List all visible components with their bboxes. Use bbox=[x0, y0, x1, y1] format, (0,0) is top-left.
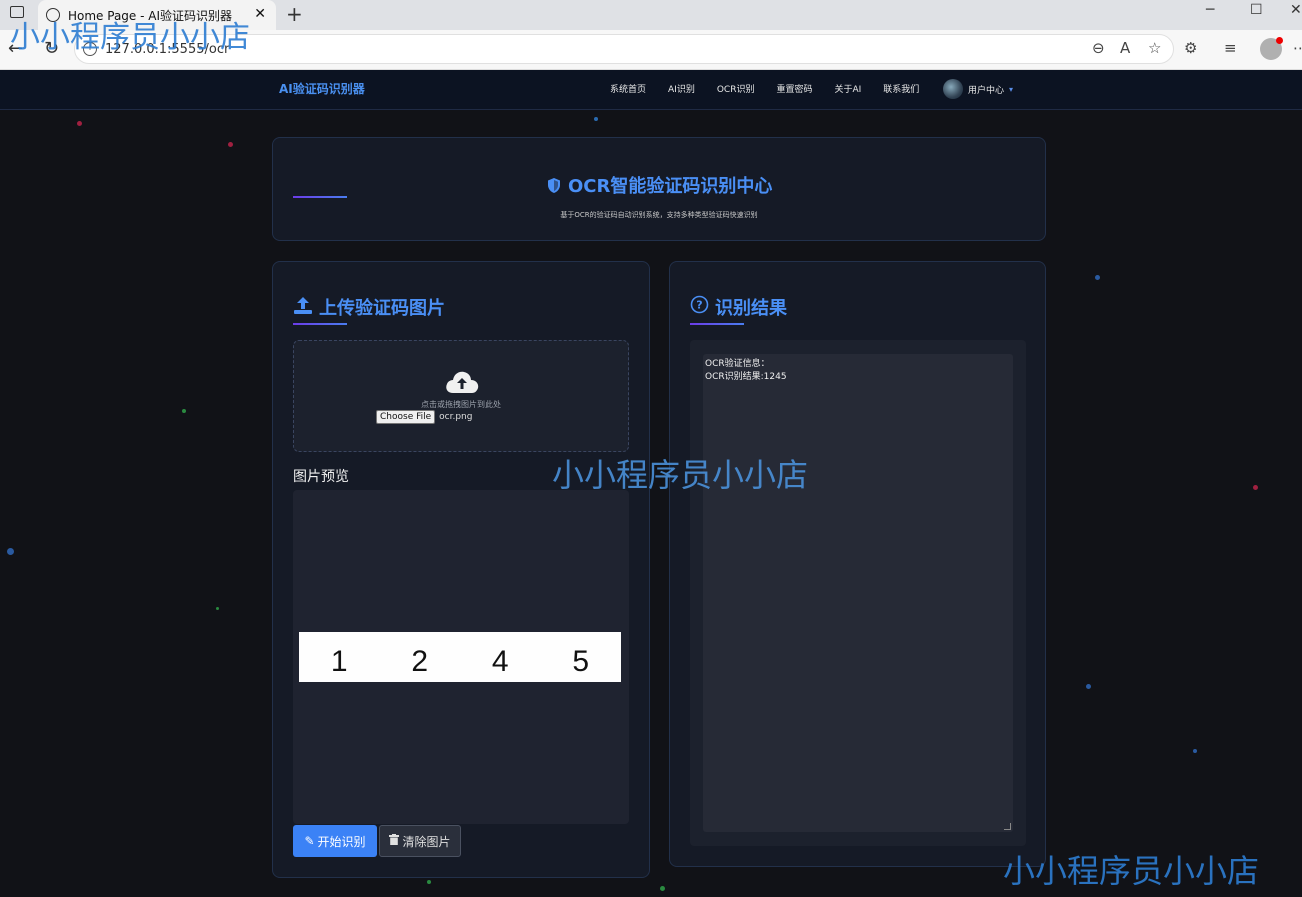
nav-links: 系统首页 AI识别 OCR识别 重置密码 关于AI 联系我们 bbox=[610, 82, 919, 95]
maximize-icon[interactable]: ☐ bbox=[1250, 2, 1263, 18]
globe-icon bbox=[46, 8, 60, 22]
image-dropzone[interactable]: 点击或拖拽图片到此处 Choose File ocr.png bbox=[293, 340, 629, 452]
user-center-label: 用户中心 bbox=[968, 85, 1005, 96]
hero-title: OCR智能验证码识别中心 bbox=[273, 172, 1045, 198]
info-icon[interactable]: i bbox=[83, 42, 97, 56]
nav-link-contact[interactable]: 联系我们 bbox=[883, 82, 919, 95]
captcha-digit: 5 bbox=[572, 645, 590, 678]
profile-avatar[interactable] bbox=[1260, 37, 1283, 60]
nav-link-ai[interactable]: AI识别 bbox=[668, 82, 695, 95]
preview-label: 图片预览 bbox=[293, 469, 349, 485]
pencil-icon: ✎ bbox=[304, 834, 315, 848]
result-textarea[interactable]: OCR验证信息： OCR识别结果:1245 bbox=[703, 354, 1013, 832]
file-input[interactable]: Choose File ocr.png bbox=[376, 410, 472, 424]
bg-dot bbox=[427, 880, 431, 884]
bg-dot bbox=[1193, 749, 1197, 753]
bg-dot bbox=[216, 607, 219, 610]
window-menu-icon[interactable] bbox=[10, 6, 24, 18]
upload-icon bbox=[293, 295, 313, 320]
notification-dot bbox=[1276, 37, 1283, 44]
user-center-menu[interactable]: 用户中心 ▾ bbox=[943, 79, 1013, 99]
top-navbar: AI验证码识别器 系统首页 AI识别 OCR识别 重置密码 关于AI 联系我们 … bbox=[0, 70, 1302, 110]
nav-link-home[interactable]: 系统首页 bbox=[610, 82, 646, 95]
bg-dot bbox=[1253, 485, 1258, 490]
url-text: 127.0.0.1:5555/ocr bbox=[105, 41, 230, 57]
clear-image-button[interactable]: 清除图片 bbox=[379, 825, 461, 857]
browser-tab[interactable]: Home Page - AI验证码识别器 ✕ bbox=[38, 0, 276, 30]
extensions-icon[interactable]: ⚙ bbox=[1184, 39, 1197, 57]
new-tab-icon[interactable]: + bbox=[286, 2, 303, 26]
nav-link-about[interactable]: 关于AI bbox=[834, 82, 861, 95]
back-icon[interactable]: ← bbox=[8, 38, 23, 59]
bg-dot bbox=[660, 886, 665, 891]
result-container: OCR验证信息： OCR识别结果:1245 bbox=[690, 340, 1026, 846]
image-preview: 1 2 4 5 bbox=[293, 490, 629, 824]
bg-dot bbox=[182, 409, 186, 413]
result-title: ? 识别结果 bbox=[690, 294, 787, 320]
result-line: OCR识别结果:1245 bbox=[705, 372, 787, 382]
nav-link-ocr[interactable]: OCR识别 bbox=[717, 82, 755, 95]
shield-icon bbox=[546, 176, 568, 197]
start-recognition-button[interactable]: ✎ 开始识别 bbox=[293, 825, 377, 857]
captcha-digit: 2 bbox=[411, 645, 429, 678]
upload-panel: 上传验证码图片 点击或拖拽图片到此处 Choose File ocr.png 图… bbox=[272, 261, 650, 878]
result-accent-line bbox=[690, 323, 744, 325]
url-field[interactable]: i 127.0.0.1:5555/ocr bbox=[74, 34, 1174, 64]
read-aloud-icon[interactable]: A bbox=[1120, 39, 1130, 57]
bg-dot bbox=[77, 121, 82, 126]
bg-dot bbox=[1086, 684, 1091, 689]
bg-dot bbox=[228, 142, 233, 147]
cloud-upload-icon bbox=[444, 369, 480, 395]
browser-tabbar: Home Page - AI验证码识别器 ✕ + ─ ☐ ✕ bbox=[0, 0, 1302, 30]
captcha-digit: 4 bbox=[491, 645, 509, 678]
choose-file-button[interactable]: Choose File bbox=[376, 410, 436, 424]
bg-dot bbox=[594, 117, 598, 121]
tab-title: Home Page - AI验证码识别器 bbox=[68, 8, 233, 23]
favorites-list-icon[interactable]: ≡ bbox=[1224, 39, 1237, 57]
result-line: OCR验证信息： bbox=[705, 359, 770, 369]
captcha-digit: 1 bbox=[330, 645, 348, 678]
minimize-icon[interactable]: ─ bbox=[1206, 2, 1214, 18]
app-page: AI验证码识别器 系统首页 AI识别 OCR识别 重置密码 关于AI 联系我们 … bbox=[0, 70, 1302, 897]
favorite-icon[interactable]: ☆ bbox=[1148, 39, 1161, 57]
user-avatar bbox=[943, 79, 963, 99]
close-tab-icon[interactable]: ✕ bbox=[254, 6, 266, 22]
svg-text:?: ? bbox=[696, 299, 702, 312]
bg-dot bbox=[1095, 275, 1100, 280]
address-bar: ← ↻ i 127.0.0.1:5555/ocr ⊖ A ☆ ⚙ ≡ ⋯ bbox=[0, 30, 1302, 70]
hero-subtitle: 基于OCR的验证码自动识别系统，支持多种类型验证码快速识别 bbox=[560, 211, 758, 219]
captcha-image: 1 2 4 5 bbox=[299, 632, 621, 682]
upload-title: 上传验证码图片 bbox=[293, 294, 445, 320]
dropzone-hint: 点击或拖拽图片到此处 bbox=[421, 400, 501, 409]
upload-accent-line bbox=[293, 323, 347, 325]
zoom-icon[interactable]: ⊖ bbox=[1092, 39, 1105, 57]
file-name: ocr.png bbox=[439, 412, 473, 422]
hero-card: OCR智能验证码识别中心 基于OCR的验证码自动识别系统，支持多种类型验证码快速… bbox=[272, 137, 1046, 241]
nav-link-reset-password[interactable]: 重置密码 bbox=[776, 82, 812, 95]
resize-handle[interactable] bbox=[1004, 823, 1011, 830]
bg-dot bbox=[7, 548, 14, 555]
trash-icon bbox=[389, 834, 400, 848]
chevron-down-icon: ▾ bbox=[1009, 84, 1014, 94]
brand-logo[interactable]: AI验证码识别器 bbox=[279, 80, 365, 97]
more-icon[interactable]: ⋯ bbox=[1293, 39, 1302, 57]
question-circle-icon: ? bbox=[690, 295, 709, 319]
close-window-icon[interactable]: ✕ bbox=[1290, 2, 1302, 18]
refresh-icon[interactable]: ↻ bbox=[44, 38, 59, 59]
result-panel: ? 识别结果 OCR验证信息： OCR识别结果:1245 bbox=[669, 261, 1046, 867]
